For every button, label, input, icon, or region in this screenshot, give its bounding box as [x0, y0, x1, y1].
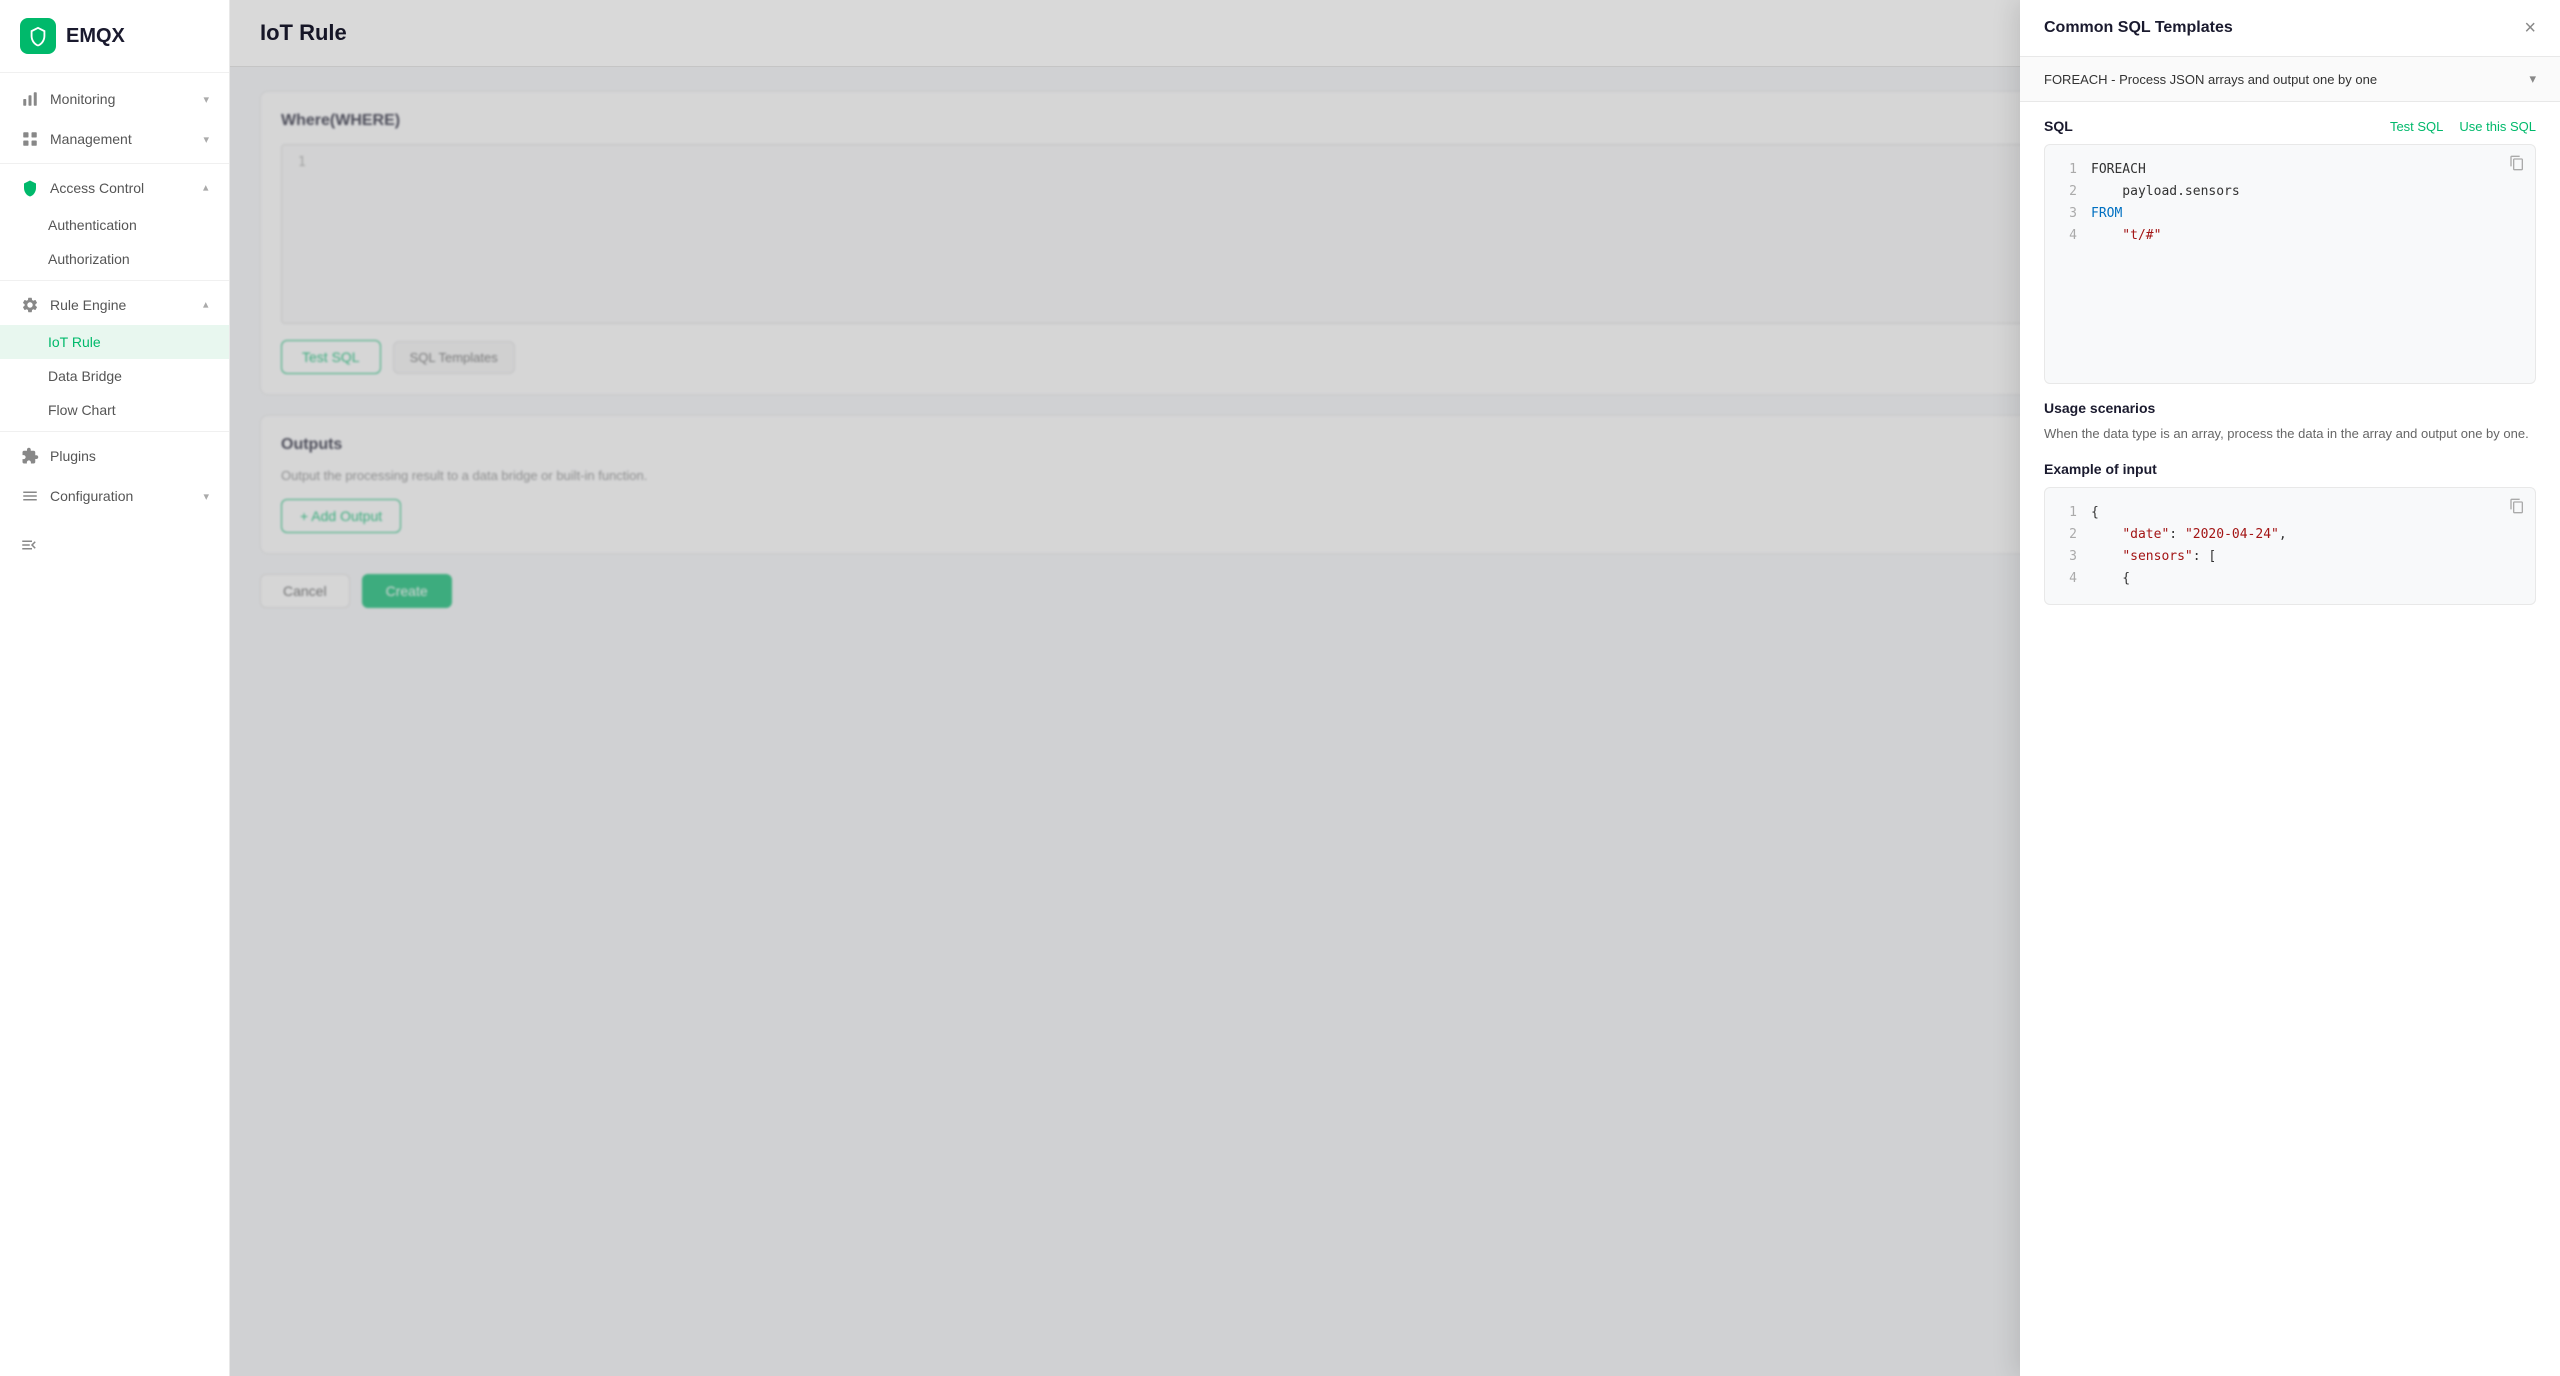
config-icon — [20, 486, 40, 506]
example-line-3: 3 "sensors": [ — [2061, 546, 2519, 568]
modal-close-button[interactable]: × — [2524, 18, 2536, 38]
code-line-4: 4 "t/#" — [2061, 225, 2519, 247]
chart-icon — [20, 89, 40, 109]
sql-action-buttons: Test SQL Use this SQL — [2390, 119, 2536, 134]
example-title: Example of input — [2044, 461, 2536, 477]
sql-label: SQL — [2044, 118, 2073, 134]
sql-templates-modal: Common SQL Templates × FOREACH - Process… — [2020, 0, 2560, 1376]
usage-title: Usage scenarios — [2044, 400, 2536, 416]
example-line-1: 1 { — [2061, 502, 2519, 524]
modal-title: Common SQL Templates — [2044, 19, 2233, 37]
chevron-down-icon: ▾ — [203, 93, 209, 106]
sidebar-collapse-btn[interactable] — [0, 524, 229, 569]
example-line-4: 4 { — [2061, 568, 2519, 590]
test-sql-action-button[interactable]: Test SQL — [2390, 119, 2443, 134]
sidebar-item-management[interactable]: Management ▾ — [0, 119, 229, 159]
sidebar-item-rule-engine[interactable]: Rule Engine ▾ — [0, 285, 229, 325]
logo-icon — [20, 18, 56, 54]
sidebar-item-plugins[interactable]: Plugins — [0, 436, 229, 476]
template-dropdown[interactable]: FOREACH - Process JSON arrays and output… — [2020, 57, 2560, 102]
sidebar-item-configuration[interactable]: Configuration ▾ — [0, 476, 229, 516]
modal-header: Common SQL Templates × — [2020, 0, 2560, 57]
copy-code-button[interactable] — [2509, 155, 2525, 176]
nav-menu: Monitoring ▾ Management ▾ Access Control — [0, 73, 229, 575]
sql-header: SQL Test SQL Use this SQL — [2044, 118, 2536, 134]
code-line-2: 2 payload.sensors — [2061, 181, 2519, 203]
template-dropdown-label: FOREACH - Process JSON arrays and output… — [2044, 72, 2377, 87]
sidebar: EMQX Monitoring ▾ Management ▾ — [0, 0, 230, 1376]
sidebar-item-authorization[interactable]: Authorization — [0, 242, 229, 276]
chevron-down-icon3: ▾ — [203, 490, 209, 503]
sidebar-item-monitoring[interactable]: Monitoring ▾ — [0, 79, 229, 119]
example-line-2: 2 "date": "2020-04-24", — [2061, 524, 2519, 546]
sidebar-item-access-control[interactable]: Access Control ▾ — [0, 168, 229, 208]
logo: EMQX — [0, 0, 229, 73]
main-content: IoT Rule Where(WHERE) 1 Test SQL SQL Tem… — [230, 0, 2560, 1376]
example-section: Example of input 1 { 2 "date": "2020-04-… — [2020, 461, 2560, 621]
sidebar-item-configuration-label: Configuration — [50, 488, 133, 504]
sidebar-item-management-label: Management — [50, 131, 132, 147]
plugin-icon — [20, 446, 40, 466]
usage-section: Usage scenarios When the data type is an… — [2020, 400, 2560, 461]
grid-icon — [20, 129, 40, 149]
code-line-3: 3 FROM — [2061, 203, 2519, 225]
sidebar-item-authentication[interactable]: Authentication — [0, 208, 229, 242]
gear-icon — [20, 295, 40, 315]
example-code-block: 1 { 2 "date": "2020-04-24", 3 "sensors":… — [2044, 487, 2536, 605]
modal-body: FOREACH - Process JSON arrays and output… — [2020, 57, 2560, 1376]
chevron-up-icon2: ▾ — [203, 299, 209, 312]
logo-text: EMQX — [66, 25, 125, 48]
sidebar-item-monitoring-label: Monitoring — [50, 91, 115, 107]
sidebar-item-plugins-label: Plugins — [50, 448, 96, 464]
dropdown-chevron-icon: ▾ — [2529, 71, 2536, 87]
sidebar-item-flow-chart[interactable]: Flow Chart — [0, 393, 229, 427]
sidebar-item-iot-rule[interactable]: IoT Rule — [0, 325, 229, 359]
usage-text: When the data type is an array, process … — [2044, 424, 2536, 445]
chevron-down-icon2: ▾ — [203, 133, 209, 146]
use-sql-button[interactable]: Use this SQL — [2459, 119, 2536, 134]
code-line-1: 1 FOREACH — [2061, 159, 2519, 181]
shield-icon — [20, 178, 40, 198]
sidebar-item-access-control-label: Access Control — [50, 180, 144, 196]
sidebar-item-data-bridge[interactable]: Data Bridge — [0, 359, 229, 393]
sidebar-item-rule-engine-label: Rule Engine — [50, 297, 126, 313]
chevron-up-icon: ▾ — [203, 182, 209, 195]
copy-example-button[interactable] — [2509, 498, 2525, 519]
sql-code-block: 1 FOREACH 2 payload.sensors 3 FROM 4 "t/… — [2044, 144, 2536, 384]
sql-code-section: SQL Test SQL Use this SQL 1 FOREACH — [2020, 102, 2560, 400]
